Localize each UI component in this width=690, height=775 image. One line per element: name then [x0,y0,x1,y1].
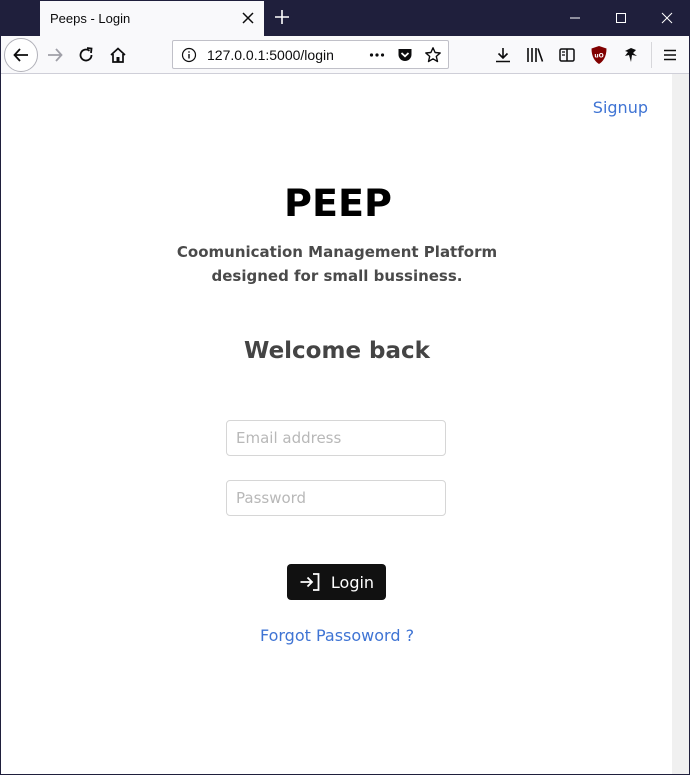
page-content: Signup PEEP Coomunication Management Pla… [1,74,672,774]
close-window-icon[interactable] [644,0,690,36]
close-tab-icon[interactable] [238,8,258,28]
address-bar[interactable]: 127.0.0.1:5000/login [172,40,449,69]
password-field[interactable] [226,480,446,516]
peep-logo: PEEP [283,182,393,225]
library-icon[interactable] [523,43,547,67]
site-info-icon[interactable] [180,46,198,64]
navigation-toolbar: 127.0.0.1:5000/login uO [0,36,690,74]
forward-icon[interactable] [39,39,71,71]
login-label: Login [330,572,375,592]
tab-title: Peeps - Login [50,11,131,26]
minimize-icon[interactable] [552,0,598,36]
sidebar-icon[interactable] [555,43,579,67]
maximize-icon[interactable] [598,0,644,36]
new-tab-icon[interactable] [272,7,292,27]
welcome-heading: Welcome back [244,338,430,364]
page-actions-icon[interactable] [367,45,387,65]
toolbar-separator [651,42,652,68]
ublock-shield-icon[interactable]: uO [587,43,611,67]
svg-text:PEEP: PEEP [284,185,392,219]
login-icon [299,572,321,592]
pocket-icon[interactable] [395,45,415,65]
bookmark-star-icon[interactable] [423,45,443,65]
login-button[interactable]: Login [287,564,386,600]
home-icon[interactable] [102,39,134,71]
page-scrollbar[interactable] [672,74,689,774]
signup-link[interactable]: Signup [593,98,648,117]
reload-icon[interactable] [70,39,102,71]
url-text[interactable]: 127.0.0.1:5000/login [207,47,333,63]
browser-tab[interactable]: Peeps - Login [40,1,264,36]
svg-text:uO: uO [594,53,603,60]
menu-icon[interactable] [658,43,682,67]
extension-icon[interactable] [619,43,643,67]
forgot-password-link[interactable]: Forgot Passoword ? [137,626,537,645]
download-icon[interactable] [491,43,515,67]
back-icon[interactable] [4,38,38,72]
tagline: Coomunication Management Platform design… [176,243,498,285]
title-bar: Peeps - Login [0,0,690,36]
email-field[interactable] [226,420,446,456]
